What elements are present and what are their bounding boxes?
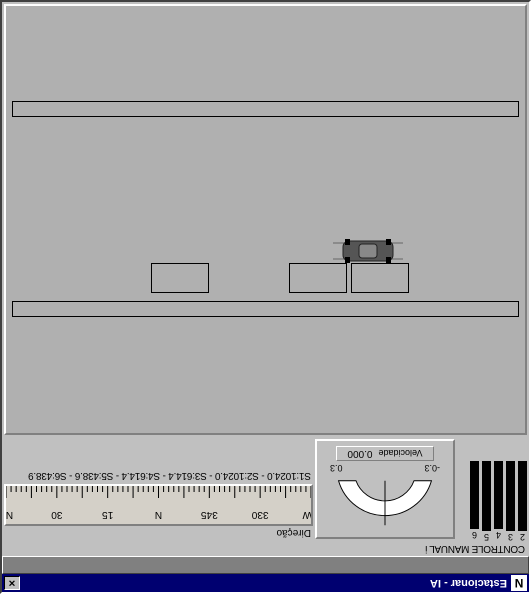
bar-number: 4	[494, 530, 503, 540]
speed-gauge: -0.3 0.3 Velocidade 0.000	[315, 439, 455, 539]
bar-group: 23456	[457, 461, 527, 539]
app-window: N Estacionar - IA ✕ CONTROLE MANUAL i 23…	[0, 0, 531, 594]
bar-indicator: 4	[494, 461, 503, 540]
bar-indicator: 2	[518, 461, 527, 542]
velocity-label: Velocidade	[379, 449, 423, 459]
direction-panel: Direção NW 330 345 N 15 30 NE S1:1024.0 - S2:1…	[4, 467, 313, 539]
svg-text:330: 330	[251, 509, 268, 520]
title-bar[interactable]: N Estacionar - IA ✕	[2, 574, 529, 592]
bar-indicator: 6	[470, 461, 479, 540]
svg-text:N: N	[155, 509, 162, 520]
parking-slot	[151, 263, 209, 293]
parking-slot	[289, 263, 347, 293]
bar-panel: 23456	[457, 461, 527, 539]
bar-fill	[470, 461, 479, 529]
road-boundary-bottom	[12, 101, 519, 117]
gauge-dial-icon	[326, 473, 444, 533]
gauge-min: -0.3	[424, 463, 440, 473]
velocity-value: 0.000	[347, 448, 372, 459]
app-icon: N	[511, 575, 527, 591]
svg-text:30: 30	[51, 509, 63, 520]
bar-number: 3	[506, 532, 515, 542]
svg-text:NW: NW	[302, 509, 311, 520]
bar-number: 5	[482, 532, 491, 542]
car-icon	[333, 237, 403, 265]
parking-slot	[351, 263, 409, 293]
bar-fill	[506, 461, 515, 531]
bar-fill	[482, 461, 491, 531]
direction-label: Direção	[4, 526, 313, 539]
vehicle[interactable]	[333, 237, 403, 265]
close-button[interactable]: ✕	[4, 576, 20, 590]
compass-scale-icon: NW 330 345 N 15 30 NE	[6, 486, 311, 524]
bar-indicator: 3	[506, 461, 515, 542]
instrument-row: 23456 -0.3 0.3 Velocidade 0.000 Direção …	[2, 437, 529, 541]
bar-fill	[518, 461, 527, 531]
sensor-status: S1:1024.0 - S2:1024.0 - S3:614.4 - S4:61…	[4, 467, 313, 484]
bar-number: 2	[518, 532, 527, 542]
simulation-canvas[interactable]	[4, 4, 527, 435]
svg-text:345: 345	[200, 509, 217, 520]
svg-text:NE: NE	[6, 509, 13, 520]
road-boundary-top	[12, 301, 519, 317]
bar-number: 6	[470, 530, 479, 540]
velocity-readout: Velocidade 0.000	[336, 446, 433, 461]
window-title: Estacionar - IA	[20, 577, 507, 589]
bar-indicator: 5	[482, 461, 491, 542]
svg-text:15: 15	[102, 509, 114, 520]
bar-fill	[494, 461, 503, 529]
gauge-max: 0.3	[330, 463, 343, 473]
toolbar-spacer	[2, 556, 529, 574]
compass-ruler[interactable]: NW 330 345 N 15 30 NE	[4, 484, 313, 526]
gauge-ticks: -0.3 0.3	[330, 463, 440, 473]
control-label: CONTROLE MANUAL i	[2, 541, 529, 556]
